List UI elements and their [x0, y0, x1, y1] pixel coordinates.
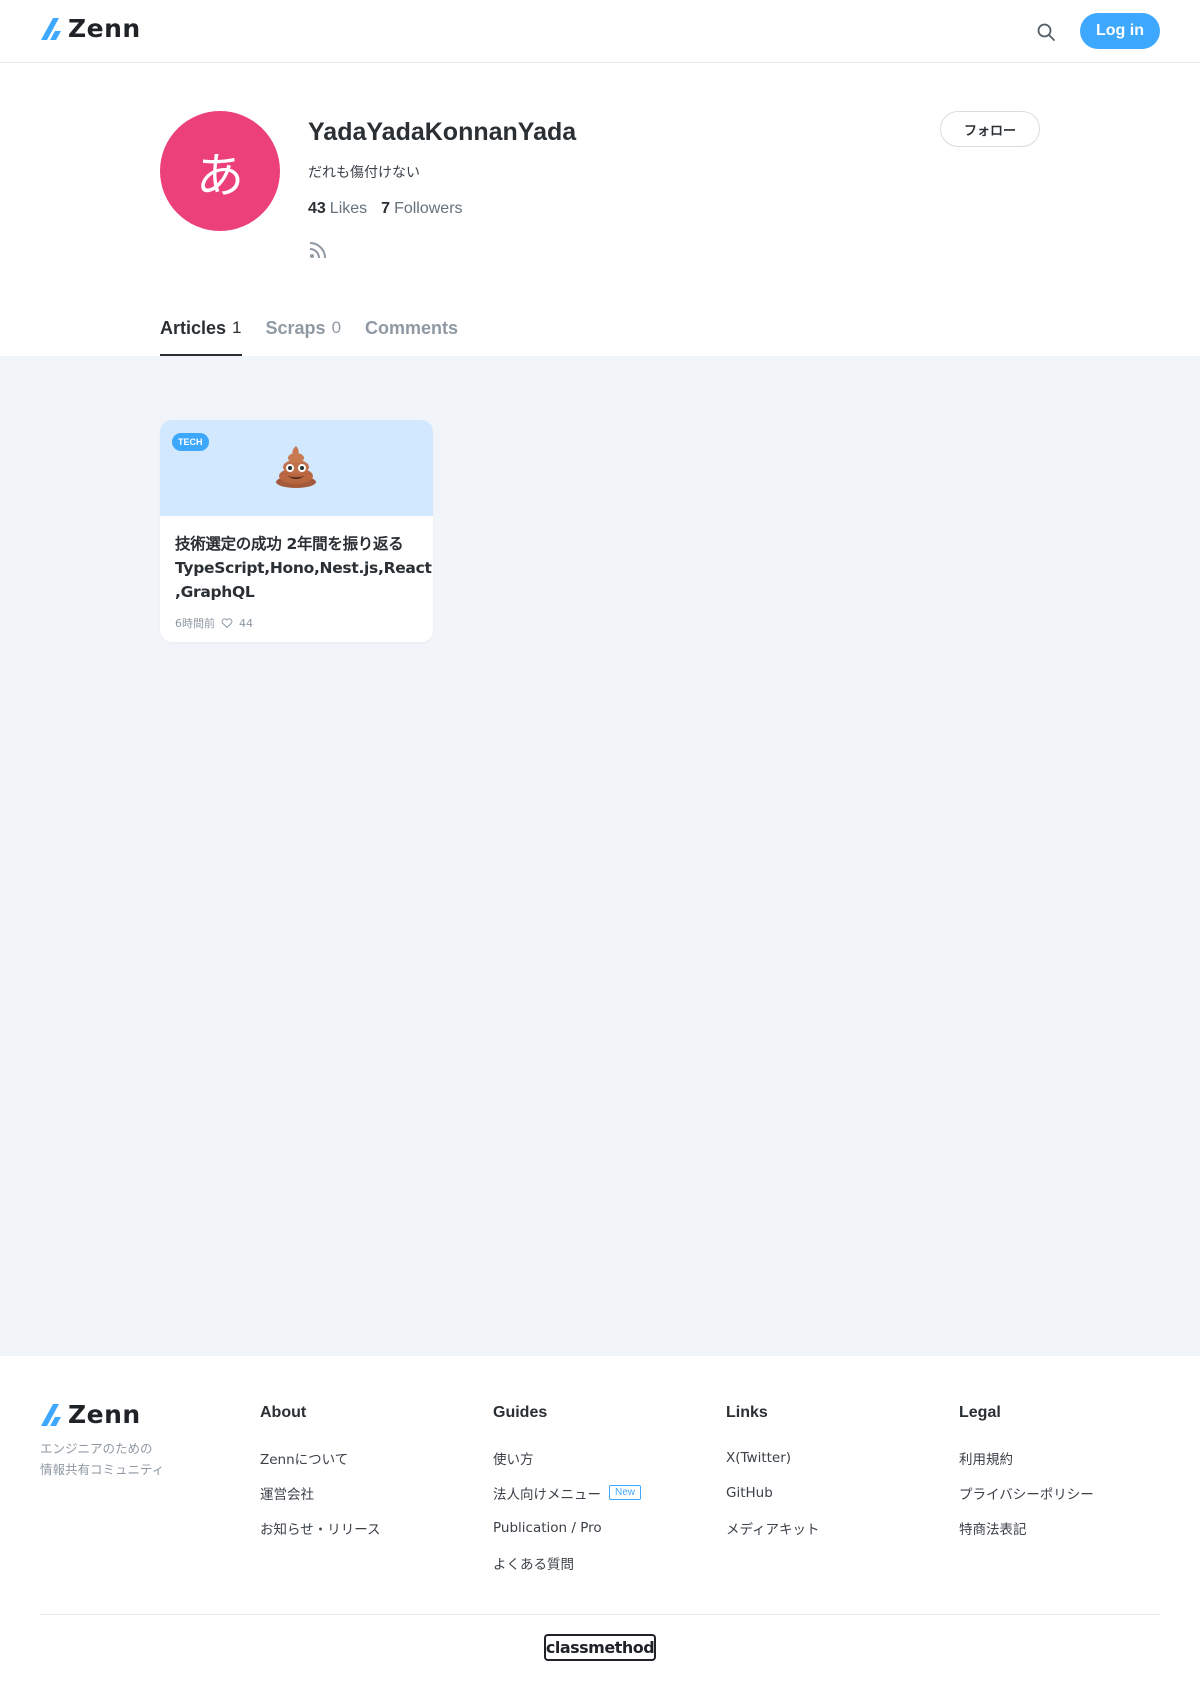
logo-text: Zenn [68, 1400, 141, 1429]
logo-text: Zenn [68, 14, 141, 43]
profile-tabs: Articles 1 Scraps 0 Comments [160, 318, 458, 356]
rss-icon[interactable] [308, 240, 328, 260]
article-likes: 44 [239, 616, 253, 630]
footer-link[interactable]: プライバシーポリシー [959, 1475, 1094, 1510]
followers-stat[interactable]: 7 Followers [381, 200, 462, 218]
tech-badge: TECH [172, 433, 209, 451]
footer-link[interactable]: 運営会社 [260, 1475, 381, 1510]
tab-label: Comments [365, 318, 459, 338]
article-thumbnail: TECH [160, 420, 433, 516]
tab-comments[interactable]: Comments [365, 318, 458, 356]
heart-icon [221, 618, 233, 629]
footer-tagline: エンジニアのための 情報共有コミュニティ [40, 1438, 164, 1480]
tab-articles[interactable]: Articles 1 [160, 318, 242, 356]
articles-area: TECH 技術選定の成功 2年間を振り返る TypeScript,Hono,Ne… [0, 356, 1200, 1356]
classmethod-logo[interactable]: classmethod [544, 1634, 656, 1661]
footer-link[interactable]: Publication / Pro [493, 1510, 641, 1545]
zenn-logo-icon [41, 1404, 61, 1426]
footer-logo[interactable]: Zenn [40, 1402, 141, 1428]
followers-label: Followers [394, 200, 463, 217]
login-button[interactable]: Log in [1080, 13, 1160, 49]
footer-column-title: Links [726, 1404, 768, 1421]
site-header: Zenn Log in [0, 0, 1200, 63]
footer-link[interactable]: お知らせ・リリース [260, 1510, 381, 1545]
footer-link-label: 法人向けメニュー [493, 1486, 601, 1503]
search-button[interactable] [1034, 20, 1058, 44]
footer-column-legal: Legal 利用規約 プライバシーポリシー 特商法表記 [959, 1404, 1094, 1545]
footer-column-title: Legal [959, 1404, 1001, 1421]
profile-stats: 43 Likes 7 Followers [308, 200, 463, 218]
search-icon [1037, 23, 1055, 41]
footer-column-title: About [260, 1404, 307, 1421]
tab-label: Scraps [265, 318, 326, 338]
follow-button[interactable]: フォロー [940, 111, 1040, 147]
footer-column-about: About Zennについて 運営会社 お知らせ・リリース [260, 1404, 381, 1545]
site-footer: Zenn エンジニアのための 情報共有コミュニティ About Zennについて… [0, 1356, 1200, 1685]
article-meta: 6時間前 44 [175, 615, 253, 631]
footer-column-title: Guides [493, 1404, 548, 1421]
article-title[interactable]: 技術選定の成功 2年間を振り返る TypeScript,Hono,Nest.js… [175, 532, 432, 604]
article-time: 6時間前 [175, 617, 215, 630]
tab-label: Articles [160, 318, 227, 338]
profile-bio: だれも傷付けない [308, 165, 420, 181]
zenn-logo[interactable]: Zenn [40, 16, 141, 42]
footer-link[interactable]: 使い方 [493, 1440, 641, 1475]
tab-count: 0 [331, 318, 342, 337]
likes-count: 43 [308, 200, 326, 217]
footer-link[interactable]: X(Twitter) [726, 1440, 820, 1475]
footer-link-enterprise[interactable]: 法人向けメニュー New [493, 1475, 642, 1510]
tab-scraps[interactable]: Scraps 0 [266, 318, 342, 356]
poop-icon [276, 446, 316, 488]
footer-link[interactable]: 利用規約 [959, 1440, 1094, 1475]
footer-link[interactable]: よくある質問 [493, 1545, 641, 1580]
footer-column-links: Links X(Twitter) GitHub メディアキット [726, 1404, 820, 1545]
likes-stat: 43 Likes [308, 200, 367, 218]
tab-count: 1 [232, 318, 242, 337]
tagline-line: 情報共有コミュニティ [40, 1462, 165, 1477]
footer-link[interactable]: メディアキット [726, 1510, 820, 1545]
footer-link[interactable]: GitHub [726, 1475, 820, 1510]
footer-link[interactable]: Zennについて [260, 1440, 381, 1475]
footer-link[interactable]: 特商法表記 [959, 1510, 1094, 1545]
footer-divider [40, 1614, 1160, 1615]
tagline-line: エンジニアのための [40, 1441, 153, 1456]
likes-label: Likes [329, 200, 368, 217]
new-badge: New [609, 1485, 642, 1500]
profile-name: YadaYadaKonnanYada [308, 118, 577, 146]
zenn-logo-icon [41, 18, 61, 40]
avatar: あ [160, 111, 280, 231]
footer-column-guides: Guides 使い方 法人向けメニュー New Publication / Pr… [493, 1404, 642, 1580]
followers-count: 7 [381, 200, 391, 217]
article-card[interactable]: TECH 技術選定の成功 2年間を振り返る TypeScript,Hono,Ne… [160, 420, 433, 642]
